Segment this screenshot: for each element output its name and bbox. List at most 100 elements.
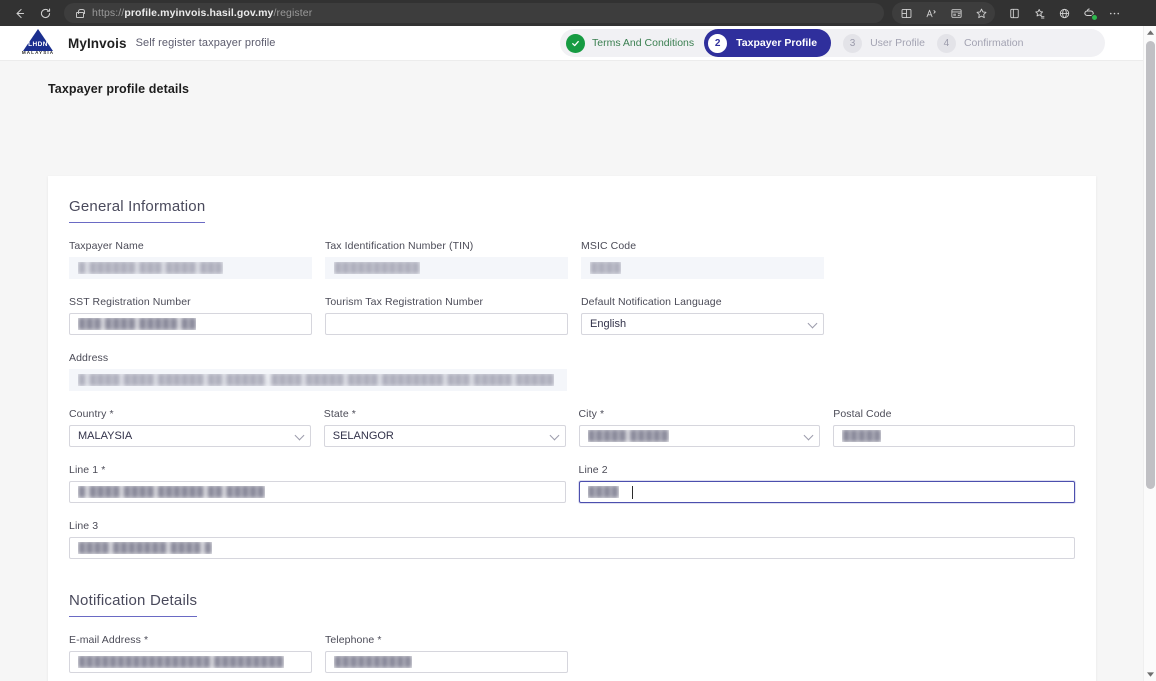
brand-name: MyInvois: [68, 35, 127, 51]
default-notification-language-select[interactable]: English: [581, 313, 824, 335]
line-1-input[interactable]: █ ████ ████ ██████ ██ █████: [69, 481, 566, 503]
row-line1-line2: Line 1 * █ ████ ████ ██████ ██ █████ Lin…: [69, 464, 1075, 503]
row-line3: Line 3 ████ ███████ ████ █: [69, 520, 1075, 559]
url-scheme: https://: [92, 7, 125, 19]
field-value: MALAYSIA: [78, 430, 133, 442]
step-taxpayer-profile[interactable]: 2 Taxpayer Profile: [704, 29, 832, 57]
settings-more-icon[interactable]: [1102, 3, 1126, 23]
email-address-input[interactable]: █████████████████ █████████: [69, 651, 312, 673]
field-label: Default Notification Language: [581, 296, 722, 308]
field-label: E-mail Address *: [69, 634, 149, 646]
field-sst-registration-number: SST Registration Number ███ ████ █████ █…: [69, 296, 312, 335]
step-label: Terms And Conditions: [592, 37, 695, 49]
step-label: Taxpayer Profile: [736, 37, 818, 49]
telephone-input[interactable]: ██████████: [325, 651, 568, 673]
field-postal-code: Postal Code █████: [833, 408, 1075, 447]
taxpayer-name-input: █ ██████ ███ ████ ███: [69, 257, 312, 279]
row-email-telephone: E-mail Address * █████████████████ █████…: [69, 634, 1075, 673]
scrollbar-thumb[interactable]: [1146, 41, 1155, 489]
section-heading: Notification Details: [69, 592, 198, 617]
scroll-down-arrow-icon[interactable]: [1144, 668, 1156, 681]
field-value: ███████████: [334, 262, 420, 274]
field-country: Country * MALAYSIA: [69, 408, 311, 447]
field-label: Country *: [69, 408, 114, 420]
field-label: Line 3: [69, 520, 99, 532]
browser-essentials-icon[interactable]: [1052, 3, 1076, 23]
address-bar[interactable]: https://profile.myinvois.hasil.gov.my/re…: [64, 3, 884, 23]
field-address: Address █ ████ ████ ██████ ██ █████, ███…: [69, 352, 567, 391]
logo-primary-text: LHDN: [28, 41, 48, 48]
row-name-tin-msic: Taxpayer Name █ ██████ ███ ████ ███ Tax …: [69, 240, 1075, 279]
line-2-input[interactable]: ████: [578, 481, 1075, 503]
registration-stepper: Terms And Conditions 2 Taxpayer Profile …: [560, 29, 1105, 57]
scroll-up-arrow-icon[interactable]: [1144, 26, 1156, 39]
state-select[interactable]: SELANGOR: [323, 425, 566, 447]
read-aloud-icon[interactable]: [919, 3, 943, 23]
field-value: ███ ████ █████ ██: [78, 318, 197, 330]
address-input: █ ████ ████ ██████ ██ █████, ████ █████ …: [69, 369, 567, 391]
split-screen-icon[interactable]: [894, 3, 918, 23]
copilot-status-badge: [1091, 14, 1098, 21]
tourism-tax-registration-number-input[interactable]: [325, 313, 568, 335]
reload-icon[interactable]: [32, 2, 58, 24]
chevron-down-icon: [807, 318, 818, 329]
field-value: █ ████ ████ ██████ ██ █████, ████ █████ …: [78, 374, 555, 386]
url-host: profile.myinvois.hasil.gov.my: [124, 7, 274, 19]
app-header: LHDN MALAYSIA MyInvois Self register tax…: [0, 26, 1143, 61]
back-arrow-icon[interactable]: [6, 2, 32, 24]
brand-subtitle: Self register taxpayer profile: [135, 37, 276, 49]
field-label: City *: [578, 408, 605, 420]
collections-icon[interactable]: [1002, 3, 1026, 23]
msic-code-input: ████: [581, 257, 824, 279]
step-confirmation[interactable]: 4 Confirmation: [925, 29, 1024, 57]
url-text: https://profile.myinvois.hasil.gov.my/re…: [92, 7, 312, 19]
row-sst-tourism-language: SST Registration Number ███ ████ █████ █…: [69, 296, 1075, 335]
step-number: 3: [843, 33, 863, 53]
field-label: MSIC Code: [581, 240, 637, 252]
field-telephone: Telephone * ██████████: [325, 634, 568, 673]
field-value: █ ████ ████ ██████ ██ █████: [78, 486, 265, 498]
field-label: Postal Code: [833, 408, 892, 420]
row-country-state-city-postal: Country * MALAYSIA State * SELANGOR City…: [69, 408, 1075, 447]
chevron-down-icon: [549, 430, 559, 441]
notification-details-section: Notification Details: [69, 592, 1075, 617]
step-user-profile[interactable]: 3 User Profile: [831, 29, 925, 57]
field-label: SST Registration Number: [69, 296, 191, 308]
omnibox-actions: [892, 2, 995, 24]
field-value: █ ██████ ███ ████ ███: [78, 262, 223, 274]
step-label: Confirmation: [963, 37, 1024, 49]
field-value: ████: [587, 486, 619, 498]
row-address: Address █ ████ ████ ██████ ██ █████, ███…: [69, 352, 1075, 391]
field-label: Line 2: [578, 464, 608, 476]
copilot-icon[interactable]: [1077, 3, 1101, 23]
sst-registration-number-input[interactable]: ███ ████ █████ ██: [69, 313, 312, 335]
country-select[interactable]: MALAYSIA: [69, 425, 311, 447]
step-number: 4: [936, 33, 956, 53]
postal-code-input[interactable]: █████: [833, 425, 1075, 447]
field-default-notification-language: Default Notification Language English: [581, 296, 824, 335]
field-line-1: Line 1 * █ ████ ████ ██████ ██ █████: [69, 464, 566, 503]
chevron-down-icon: [294, 430, 305, 441]
immersive-reader-icon[interactable]: [944, 3, 968, 23]
browser-actions: [1002, 3, 1126, 23]
field-label: State *: [323, 408, 356, 420]
field-value: English: [590, 318, 627, 330]
field-value: █████████████████ █████████: [78, 656, 284, 668]
city-select[interactable]: █████ █████: [578, 425, 821, 447]
check-icon: [566, 33, 585, 53]
step-number: 2: [708, 33, 728, 53]
field-taxpayer-name: Taxpayer Name █ ██████ ███ ████ ███: [69, 240, 312, 279]
field-tourism-tax-registration-number: Tourism Tax Registration Number: [325, 296, 568, 335]
field-value: SELANGOR: [332, 430, 394, 442]
favorites-bar-icon[interactable]: [1027, 3, 1051, 23]
browser-toolbar: https://profile.myinvois.hasil.gov.my/re…: [0, 0, 1156, 26]
favorite-star-icon[interactable]: [969, 3, 993, 23]
line-3-input[interactable]: ████ ███████ ████ █: [69, 537, 1075, 559]
step-terms-and-conditions[interactable]: Terms And Conditions: [560, 29, 702, 57]
page-body: Taxpayer profile details General Informa…: [0, 61, 1143, 681]
field-label: Taxpayer Name: [69, 240, 144, 252]
page-scrollbar[interactable]: [1143, 26, 1156, 681]
field-value: █████: [842, 430, 882, 442]
logo-secondary-text: MALAYSIA: [21, 50, 55, 55]
field-value: █████ █████: [587, 430, 669, 442]
